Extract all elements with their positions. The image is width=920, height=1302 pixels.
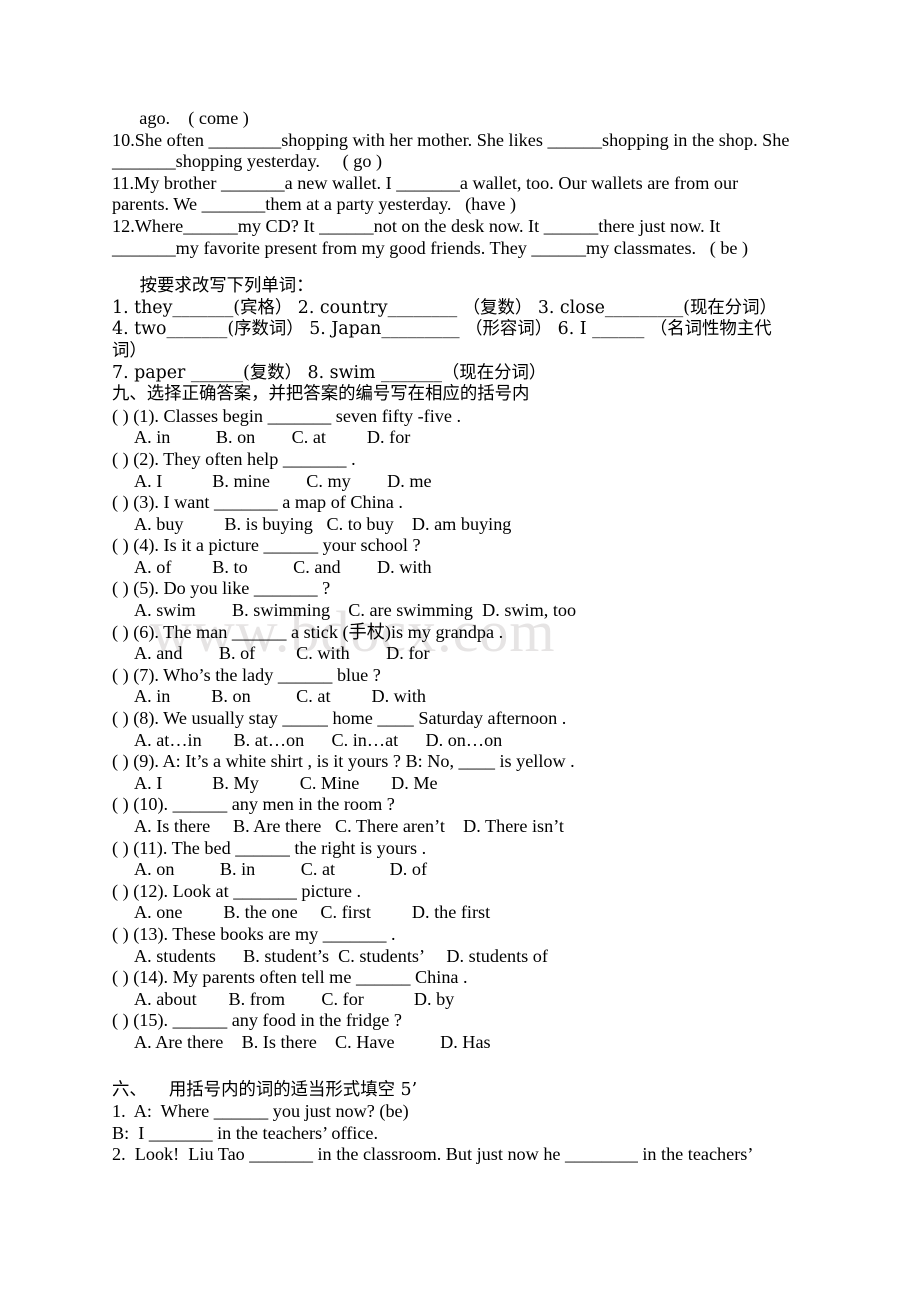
- mc-options-4[interactable]: A. of B. to C. and D. with: [112, 557, 812, 579]
- mc-options-3[interactable]: A. buy B. is buying C. to buy D. am buyi…: [112, 514, 812, 536]
- mc-question-stem-5: ( ) (5). Do you like _______ ?: [112, 578, 331, 599]
- mc-question-stem-12: ( ) (12). Look at _______ picture .: [112, 880, 362, 901]
- spacer-before-verb-forms: [112, 1054, 812, 1080]
- mc-options-8[interactable]: A. at…in B. at…on C. in…at D. on…on: [112, 730, 812, 752]
- verb-forms-line-3: 2. Look! Liu Tao _______ in the classroo…: [112, 1144, 754, 1165]
- mc-options-14[interactable]: A. about B. from C. for D. by: [112, 989, 812, 1011]
- mc-question-stem-1: ( ) (1). Classes begin _______ seven fif…: [112, 405, 462, 426]
- mc-options-15[interactable]: A. Are there B. Is there C. Have D. Has: [112, 1032, 812, 1054]
- mc-question-stem-13: ( ) (13). These books are my _______ .: [112, 923, 396, 944]
- mc-options-7[interactable]: A. in B. on C. at D. with: [112, 686, 812, 708]
- verb-forms-heading: 六、 用括号内的词的适当形式填空 5’: [112, 1079, 418, 1100]
- mc-question-stem-15: ( ) (15). ______ any food in the fridge …: [112, 1010, 402, 1031]
- mc-options-10[interactable]: A. Is there B. Are there C. There aren’t…: [112, 816, 812, 838]
- mc-question-stem-14: ( ) (14). My parents often tell me _____…: [112, 967, 468, 988]
- mc-options-5[interactable]: A. swim B. swimming C. are swimming D. s…: [112, 600, 812, 622]
- mc-question-stem-8: ( ) (8). We usually stay _____ home ____…: [112, 708, 567, 729]
- word-forms-line-2: 4. two_______(序数词） 5. Japan_________ （形容…: [112, 319, 772, 340]
- verb-forms-line-1: 1. A: Where ______ you just now? (be): [112, 1101, 409, 1122]
- mc-question-stem-7: ( ) (7). Who’s the lady ______ blue ?: [112, 664, 381, 685]
- fill-blank-line-12b: _______my favorite present from my good …: [112, 237, 749, 258]
- mc-question-stem-2: ( ) (2). They often help _______ .: [112, 448, 356, 469]
- word-forms-heading: 按要求改写下列单词：: [112, 276, 314, 297]
- multiple-choice-heading: 九、选择正确答案，并把答案的编号写在相应的括号内: [112, 384, 530, 405]
- fill-blank-line-11b: parents. We _______them at a party yeste…: [112, 194, 517, 215]
- mc-options-13[interactable]: A. students B. student’s C. students’ D.…: [112, 946, 812, 968]
- document-content: ago. ( come ) 10.She often ________shopp…: [112, 108, 812, 1166]
- mc-question-stem-6: ( ) (6). The man ______ a stick (手杖)is m…: [112, 621, 504, 642]
- mc-options-2[interactable]: A. I B. mine C. my D. me: [112, 471, 812, 493]
- mc-question-stem-3: ( ) (3). I want _______ a map of China .: [112, 492, 403, 513]
- word-forms-line-3: 词）: [112, 340, 147, 361]
- mc-options-12[interactable]: A. one B. the one C. first D. the first: [112, 902, 812, 924]
- mc-question-stem-9: ( ) (9). A: It’s a white shirt , is it y…: [112, 751, 575, 772]
- fill-blank-line-12a: 12.Where______my CD? It ______not on the…: [112, 215, 721, 236]
- fill-blank-line-11a: 11.My brother _______a new wallet. I ___…: [112, 172, 739, 193]
- mc-question-stem-4: ( ) (4). Is it a picture ______ your sch…: [112, 535, 421, 556]
- mc-options-9[interactable]: A. I B. My C. Mine D. Me: [112, 773, 812, 795]
- mc-question-stem-11: ( ) (11). The bed ______ the right is yo…: [112, 837, 427, 858]
- word-forms-line-1: 1. they_______(宾格） 2. country________ （复…: [112, 297, 777, 318]
- mc-options-1[interactable]: A. in B. on C. at D. for: [112, 427, 812, 449]
- worksheet-page: www.bdocx.com ago. ( come ) 10.She often…: [0, 0, 920, 1302]
- word-forms-line-4: 7. paper ______(复数） 8. swim _______（现在分词…: [112, 362, 547, 383]
- mc-options-6[interactable]: A. and B. of C. with D. for: [112, 643, 812, 665]
- fill-blank-line-10b: _______shopping yesterday. ( go ): [112, 151, 383, 172]
- fill-blank-line-10a: 10.She often ________shopping with her m…: [112, 129, 790, 150]
- mc-question-stem-10: ( ) (10). ______ any men in the room ?: [112, 794, 395, 815]
- verb-forms-line-2: B: I _______ in the teachers’ office.: [112, 1122, 378, 1143]
- spacer-before-word-forms: [112, 259, 812, 276]
- mc-options-11[interactable]: A. on B. in C. at D. of: [112, 859, 812, 881]
- carryover-line: ago. ( come ): [112, 108, 249, 128]
